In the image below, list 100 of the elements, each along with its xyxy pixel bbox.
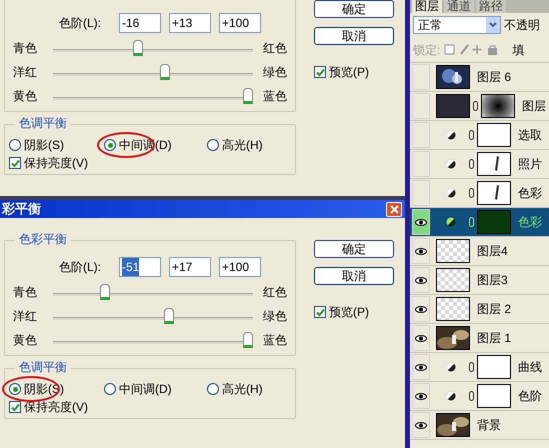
radio-label: 高光(H) <box>222 383 263 395</box>
checkbox[interactable] <box>314 306 326 318</box>
layer-row[interactable]: 图层3 <box>410 266 549 295</box>
radio-label: 阴影(S) <box>24 139 64 151</box>
adjustment-icon <box>446 188 456 198</box>
panel-tab[interactable]: 通道 <box>444 0 474 13</box>
visibility-toggle[interactable] <box>412 122 430 148</box>
visibility-toggle[interactable] <box>412 267 430 293</box>
adjustment-icon <box>446 362 456 372</box>
visibility-toggle[interactable] <box>412 180 430 206</box>
eye-icon <box>415 306 427 312</box>
layer-name: 图层3 <box>477 272 508 289</box>
slider-track[interactable] <box>53 39 253 57</box>
visibility-toggle[interactable] <box>412 64 430 90</box>
dialog-button[interactable]: 取消 <box>314 27 394 45</box>
dialog-button[interactable]: 确定 <box>314 0 394 18</box>
layer-row[interactable]: 图层 2 <box>410 295 549 324</box>
mask-thumbnail <box>477 384 511 408</box>
mask-thumbnail <box>477 355 511 379</box>
layer-name: 图层 1 <box>477 330 512 347</box>
visibility-toggle[interactable] <box>412 151 430 177</box>
visibility-toggle[interactable] <box>412 412 430 438</box>
panel-tab[interactable]: 图层 <box>412 0 442 13</box>
panel-tab[interactable]: 路径 <box>476 0 506 13</box>
slider-label: 蓝色 <box>262 88 287 105</box>
adjustment-icon <box>446 159 456 169</box>
radio-button[interactable] <box>9 383 21 395</box>
value-field[interactable]: +100 <box>219 13 261 33</box>
levels-label: 色阶(L): <box>59 15 102 32</box>
radio-button[interactable] <box>207 139 219 151</box>
dialog-button[interactable]: 确定 <box>314 240 394 258</box>
slider-thumb[interactable] <box>243 88 253 104</box>
layer-row[interactable]: 图层4 <box>410 237 549 266</box>
value-field[interactable]: -16 <box>119 13 161 33</box>
visibility-toggle[interactable] <box>412 296 430 322</box>
eye-icon <box>415 422 427 428</box>
opacity-label: 不透明 <box>504 17 540 34</box>
visibility-toggle[interactable] <box>412 354 430 380</box>
layer-thumbnail <box>436 94 470 118</box>
layer-name: 图层 <box>522 98 546 115</box>
mask-thumbnail <box>477 210 511 234</box>
adjustment-icon <box>446 217 456 227</box>
checkbox-label: 预览(P) <box>329 66 369 78</box>
layer-row[interactable]: 色彩 <box>410 208 549 237</box>
checkbox[interactable] <box>9 401 21 413</box>
layer-row[interactable]: 背景 <box>410 411 549 440</box>
slider-track[interactable] <box>53 63 253 81</box>
layer-row[interactable]: 曲线 <box>410 353 549 382</box>
slider-track[interactable] <box>53 331 253 349</box>
visibility-toggle[interactable] <box>412 93 430 119</box>
checkbox[interactable] <box>314 66 326 78</box>
slider-label: 红色 <box>262 284 287 301</box>
eye-icon <box>415 392 427 400</box>
slider-thumb[interactable] <box>243 332 253 348</box>
layer-row[interactable]: 色阶 <box>410 382 549 411</box>
visibility-toggle[interactable] <box>412 383 430 409</box>
visibility-toggle[interactable] <box>412 209 430 235</box>
value-field[interactable]: -51 <box>119 257 161 277</box>
slider-track[interactable] <box>53 307 253 325</box>
value-field[interactable]: +17 <box>169 257 211 277</box>
layer-name: 照片 <box>518 156 542 173</box>
layer-name: 色彩 <box>518 214 542 231</box>
eye-icon <box>415 218 427 226</box>
checkbox-label: 保持亮度(V) <box>24 401 88 413</box>
layer-name: 色彩 <box>518 185 542 202</box>
slider-track[interactable] <box>53 87 253 105</box>
visibility-toggle[interactable] <box>412 325 430 351</box>
slider-thumb[interactable] <box>132 40 143 56</box>
layer-row[interactable]: 照片 <box>410 150 549 179</box>
radio-label: 高光(H) <box>222 139 263 151</box>
blend-mode-dropdown[interactable]: 正常 <box>413 16 501 34</box>
mask-thumbnail <box>477 152 511 176</box>
dialog-button[interactable]: 取消 <box>314 267 394 285</box>
layer-row[interactable]: 图层 1 <box>410 324 549 353</box>
slider-track[interactable] <box>53 283 253 301</box>
link-icon <box>473 101 478 111</box>
value-field[interactable]: +100 <box>219 257 261 277</box>
slider-thumb[interactable] <box>100 284 110 300</box>
link-icon <box>469 391 474 401</box>
close-icon[interactable] <box>386 202 402 216</box>
slider-label: 红色 <box>262 40 287 57</box>
checkbox[interactable] <box>9 157 21 169</box>
eye-icon <box>415 248 427 254</box>
window-title: 彩平衡 <box>2 200 41 218</box>
layer-name: 图层 6 <box>477 69 512 86</box>
slider-thumb[interactable] <box>164 308 174 324</box>
slider-thumb[interactable] <box>160 64 170 80</box>
fill-label: 填 <box>512 42 524 58</box>
radio-button[interactable] <box>104 383 116 395</box>
radio-button[interactable] <box>9 139 21 151</box>
visibility-toggle[interactable] <box>412 238 430 264</box>
value-field[interactable]: +13 <box>169 13 211 33</box>
radio-button[interactable] <box>104 139 116 151</box>
radio-button[interactable] <box>207 383 219 395</box>
layer-row[interactable]: 图层 6 <box>410 63 549 92</box>
levels-label: 色阶(L): <box>59 259 102 276</box>
layer-row[interactable]: 选取 <box>410 121 549 150</box>
layer-row[interactable]: 图层 <box>410 92 549 121</box>
slider-label: 洋红 <box>13 64 38 81</box>
layer-name: 选取 <box>518 127 542 144</box>
